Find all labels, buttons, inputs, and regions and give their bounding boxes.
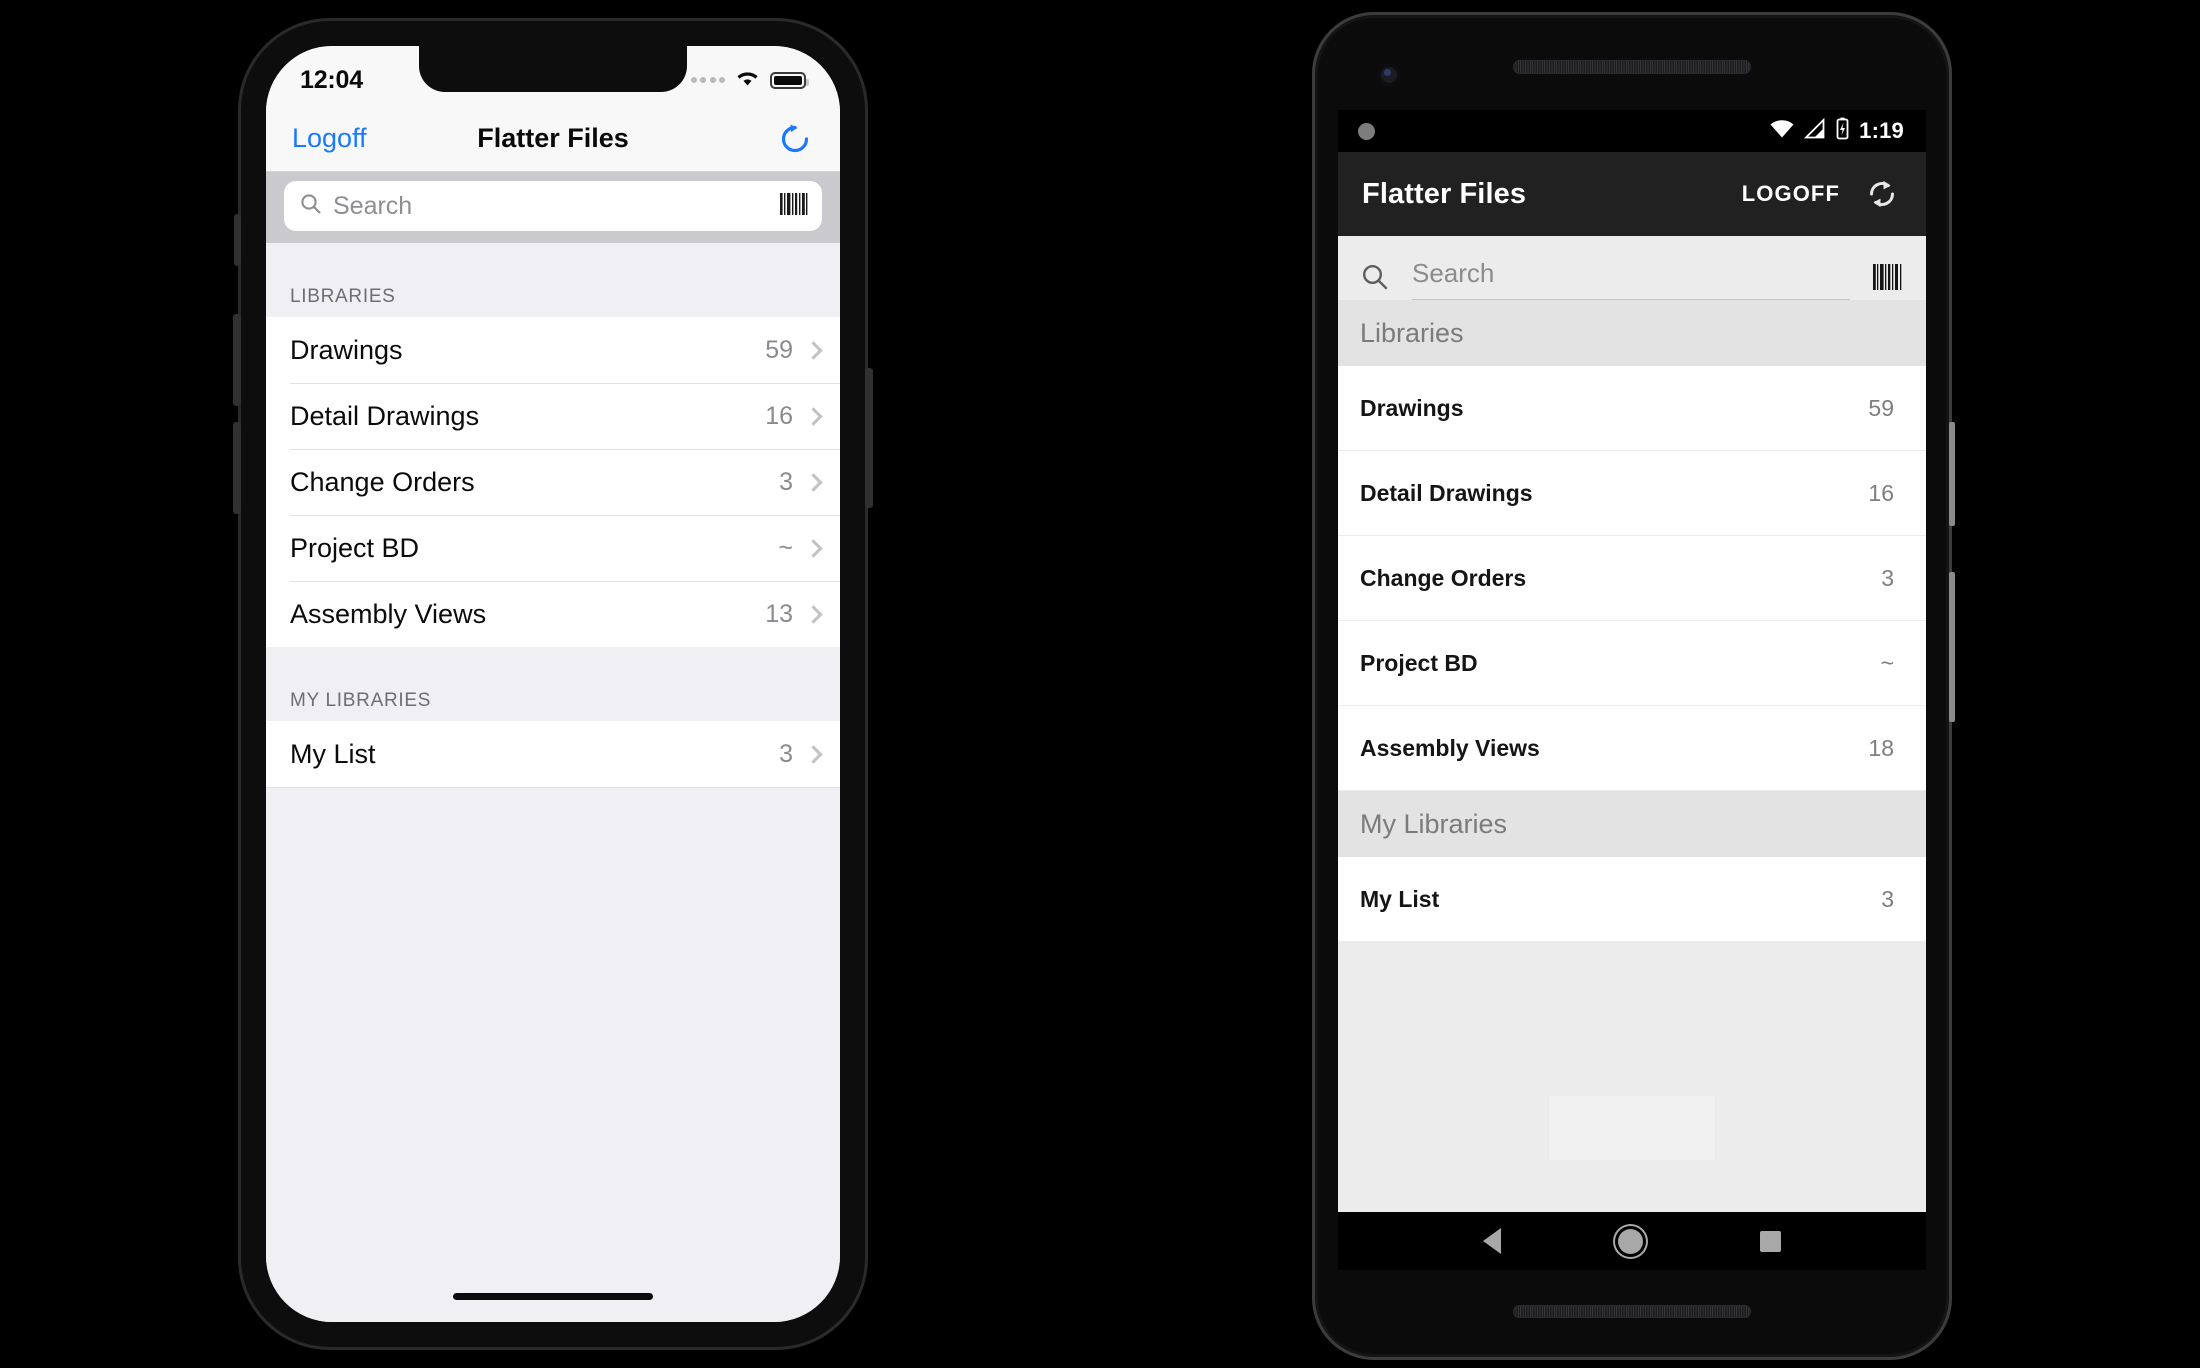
- ios-row-count: 3: [779, 739, 793, 768]
- android-page-title: Flatter Files: [1362, 177, 1527, 210]
- android-row-count: 59: [1868, 394, 1894, 421]
- ios-status-indicators: [690, 68, 809, 92]
- android-search-row: Search: [1338, 236, 1926, 300]
- ios-section-header-my-libraries: MY LIBRARIES: [266, 647, 840, 721]
- ios-row-label: Project BD: [290, 532, 420, 563]
- iphone-volume-down-button[interactable]: [233, 422, 241, 514]
- wifi-icon: [734, 68, 761, 92]
- home-indicator[interactable]: [453, 1293, 653, 1300]
- android-list-item-assembly-views[interactable]: Assembly Views 18: [1338, 706, 1926, 791]
- android-search-input[interactable]: Search: [1412, 258, 1850, 300]
- android-list-item-change-orders[interactable]: Change Orders 3: [1338, 536, 1926, 621]
- ios-search-field[interactable]: Search: [284, 181, 822, 231]
- android-row-label: My List: [1360, 885, 1440, 912]
- ios-row-count: 59: [765, 335, 793, 364]
- battery-charging-icon: [1835, 117, 1850, 146]
- pixel-device-frame: 1:19 Flatter Files LOGOFF Search Librari…: [1312, 12, 1955, 1360]
- android-status-bar: 1:19: [1338, 110, 1926, 152]
- ios-row-label: Change Orders: [290, 466, 475, 497]
- android-search-placeholder: Search: [1412, 258, 1495, 288]
- android-status-indicators: 1:19: [1769, 117, 1904, 146]
- ios-screen: 12:04 Logoff Flatter Files Search LIBRAR…: [266, 46, 840, 1322]
- ios-row-count: 3: [779, 467, 793, 496]
- android-logoff-button[interactable]: LOGOFF: [1742, 181, 1840, 207]
- ios-list-item-assembly-views[interactable]: Assembly Views 13: [266, 581, 840, 647]
- ios-search-placeholder: Search: [333, 191, 413, 220]
- search-icon: [299, 192, 323, 221]
- home-circle-icon[interactable]: [1617, 1228, 1643, 1254]
- android-list-item-detail-drawings[interactable]: Detail Drawings 16: [1338, 451, 1926, 536]
- iphone-power-button[interactable]: [865, 368, 873, 508]
- android-row-label: Assembly Views: [1360, 734, 1540, 761]
- ios-section-header-libraries: LIBRARIES: [266, 243, 840, 317]
- ios-row-count: ~: [778, 533, 793, 562]
- ios-list-item-detail-drawings[interactable]: Detail Drawings 16: [266, 383, 840, 449]
- pixel-volume-rocker[interactable]: [1949, 572, 1955, 722]
- iphone-notch: [419, 46, 687, 92]
- android-list-item-drawings[interactable]: Drawings 59: [1338, 366, 1926, 451]
- wifi-icon: [1769, 118, 1795, 145]
- android-section-header-my-libraries: My Libraries: [1338, 791, 1926, 857]
- pixel-bottom-speaker: [1513, 1305, 1751, 1318]
- chevron-right-icon: [804, 472, 823, 492]
- iphone-mute-switch[interactable]: [234, 214, 241, 266]
- android-row-label: Drawings: [1360, 394, 1464, 421]
- android-row-label: Detail Drawings: [1360, 479, 1533, 506]
- back-triangle-icon[interactable]: [1482, 1228, 1501, 1254]
- iphone-device-frame: 12:04 Logoff Flatter Files Search LIBRAR…: [233, 18, 873, 1350]
- cellular-dots-icon: [690, 77, 725, 83]
- ios-library-list: LIBRARIES Drawings 59 Detail Drawings 16…: [266, 243, 840, 1322]
- pixel-front-camera: [1378, 64, 1400, 86]
- android-row-count: ~: [1880, 649, 1894, 676]
- pixel-power-button[interactable]: [1949, 422, 1955, 526]
- ios-page-title: Flatter Files: [477, 123, 629, 153]
- ios-row-count: 16: [765, 401, 793, 430]
- android-row-label: Change Orders: [1360, 564, 1527, 591]
- battery-full-icon: [770, 71, 809, 89]
- android-section-header-libraries: Libraries: [1338, 300, 1926, 366]
- notification-dot-icon: [1358, 122, 1375, 140]
- refresh-icon[interactable]: [776, 120, 814, 158]
- chevron-right-icon: [804, 604, 823, 624]
- android-app-bar: Flatter Files LOGOFF: [1338, 152, 1926, 236]
- android-content-area: Search Libraries Drawings 59 Detail Draw…: [1338, 236, 1926, 1212]
- ios-row-label: Detail Drawings: [290, 400, 480, 431]
- android-list-item-project-bd[interactable]: Project BD ~: [1338, 621, 1926, 706]
- barcode-scan-icon[interactable]: [779, 191, 809, 222]
- ios-row-count: 13: [765, 599, 793, 628]
- android-row-count: 3: [1881, 885, 1894, 912]
- recents-square-icon[interactable]: [1760, 1230, 1782, 1252]
- barcode-scan-icon[interactable]: [1872, 262, 1904, 297]
- android-screen: 1:19 Flatter Files LOGOFF Search Librari…: [1338, 110, 1926, 1270]
- ios-list-item-my-list[interactable]: My List 3: [266, 721, 840, 787]
- ios-status-time: 12:04: [300, 65, 363, 94]
- ios-row-label: Drawings: [290, 334, 403, 365]
- screenshot-stage: 12:04 Logoff Flatter Files Search LIBRAR…: [0, 0, 2200, 1368]
- android-row-count: 16: [1868, 479, 1894, 506]
- ios-list-bottom-divider: [266, 787, 840, 788]
- android-row-count: 3: [1881, 564, 1894, 591]
- ios-row-label: Assembly Views: [290, 598, 487, 629]
- ios-nav-bar: Logoff Flatter Files: [266, 106, 840, 172]
- search-icon[interactable]: [1360, 262, 1390, 297]
- ios-list-item-project-bd[interactable]: Project BD ~: [266, 515, 840, 581]
- chevron-right-icon: [804, 406, 823, 426]
- android-row-label: Project BD: [1360, 649, 1478, 676]
- cell-signal-icon: [1803, 117, 1826, 145]
- android-nav-bar: [1338, 1212, 1926, 1270]
- android-status-time: 1:19: [1859, 118, 1904, 143]
- android-list-item-my-list[interactable]: My List 3: [1338, 857, 1926, 942]
- chevron-right-icon: [804, 538, 823, 558]
- pixel-earpiece-speaker: [1513, 60, 1751, 74]
- android-placeholder-block: [1549, 1096, 1715, 1160]
- sync-icon[interactable]: [1862, 174, 1902, 214]
- ios-list-item-drawings[interactable]: Drawings 59: [266, 317, 840, 383]
- chevron-right-icon: [804, 340, 823, 360]
- iphone-volume-up-button[interactable]: [233, 314, 241, 406]
- ios-list-item-change-orders[interactable]: Change Orders 3: [266, 449, 840, 515]
- ios-row-label: My List: [290, 738, 376, 769]
- android-row-count: 18: [1868, 734, 1894, 761]
- chevron-right-icon: [804, 744, 823, 764]
- ios-search-bar-container: Search: [266, 172, 840, 243]
